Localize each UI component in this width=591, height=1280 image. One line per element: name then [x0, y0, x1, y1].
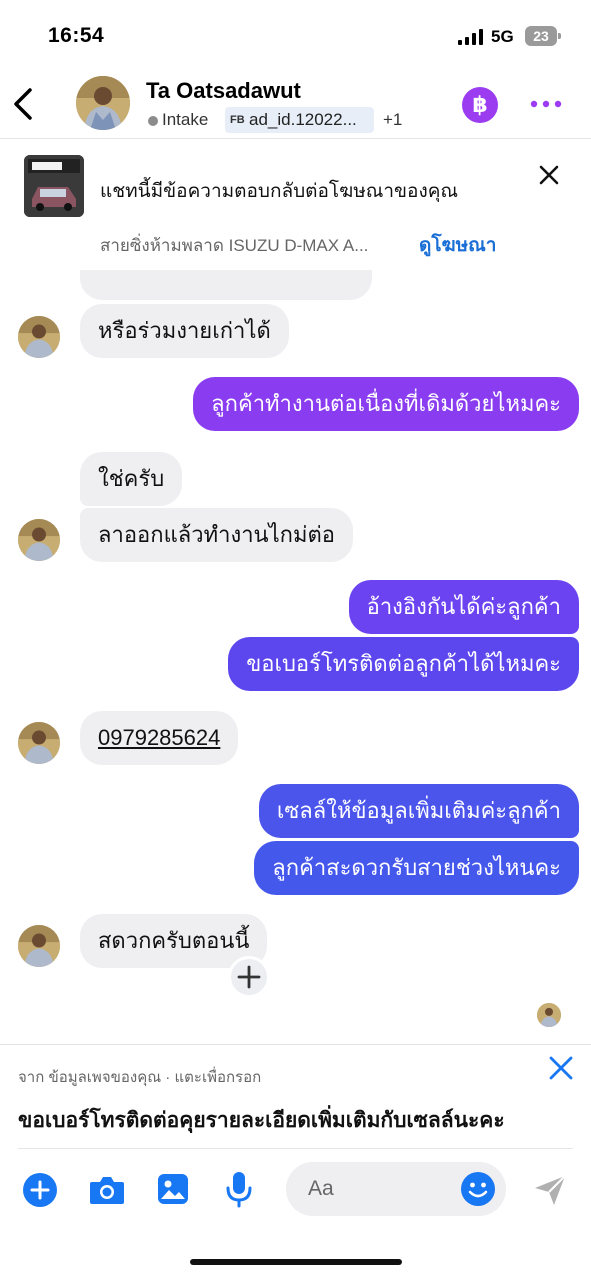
message-bubble-incoming[interactable]: หรือร่วมงายเก่าได้	[80, 304, 289, 358]
seen-indicator-avatar	[537, 1003, 561, 1027]
ad-title: สายซิ่งห้ามพลาด ISUZU D-MAX A...	[100, 236, 369, 255]
ad-reply-notice: แชทนี้มีข้อความตอบกลับต่อโฆษณาของคุณ	[100, 181, 459, 202]
gallery-icon[interactable]	[156, 1172, 190, 1206]
message-bubble-incoming[interactable]: ลาออกแล้วทำงานไกม่ต่อ	[80, 508, 353, 562]
header-divider	[0, 138, 591, 139]
add-reaction-button[interactable]	[228, 956, 270, 998]
plus-icon	[237, 965, 261, 989]
microphone-icon[interactable]	[224, 1170, 254, 1208]
suggested-reply[interactable]: ขอเบอร์โทรติดต่อคุยรายละเอียดเพิ่มเติมกั…	[18, 1104, 505, 1137]
network-label: 5G	[491, 27, 514, 46]
extra-labels-count[interactable]: +1	[383, 110, 402, 130]
status-label: Intake	[162, 110, 209, 129]
coin-symbol: ฿	[472, 92, 488, 117]
close-icon[interactable]	[536, 162, 562, 188]
message-input-placeholder: Aa	[308, 1177, 334, 1200]
contact-name[interactable]: Ta Oatsadawut	[146, 78, 301, 104]
status-dot-icon	[148, 116, 158, 126]
contact-avatar-small	[18, 925, 60, 967]
contact-avatar-small	[18, 519, 60, 561]
ad-thumbnail[interactable]	[24, 155, 84, 217]
message-bubble-outgoing[interactable]: ขอเบอร์โทรติดต่อลูกค้าได้ไหมคะ	[228, 637, 579, 691]
signal-icon	[458, 29, 483, 45]
payment-coin-icon[interactable]: ฿	[462, 87, 498, 123]
ad-id-label: ad_id.12022...	[249, 110, 357, 129]
message-bubble-outgoing[interactable]: อ้างอิงกันได้ค่ะลูกค้า	[348, 580, 579, 634]
message-bubble-outgoing[interactable]: เซลล์ให้ข้อมูลเพิ่มเติมค่ะลูกค้า	[258, 784, 579, 838]
camera-icon[interactable]	[88, 1174, 126, 1206]
send-icon[interactable]	[532, 1172, 568, 1208]
add-attachment-icon[interactable]	[22, 1172, 58, 1208]
message-list[interactable]: หรือร่วมงายเก่าได้ ลูกค้าทำงานต่อเนื่องท…	[0, 270, 591, 1042]
suggestion-source: จาก ข้อมูลเพจของคุณ · แตะเพื่อกรอก	[18, 1069, 262, 1086]
contact-avatar[interactable]	[76, 76, 130, 130]
phone-number-link[interactable]: 0979285624	[98, 725, 220, 750]
message-bubble-partial[interactable]	[80, 270, 372, 300]
back-arrow-icon[interactable]	[10, 84, 40, 124]
battery-icon: 23	[525, 26, 561, 46]
contact-avatar-small	[18, 722, 60, 764]
suggestion-underline	[18, 1148, 573, 1149]
battery-level: 23	[533, 28, 549, 44]
message-bubble-incoming[interactable]: 0979285624	[80, 711, 239, 765]
emoji-icon[interactable]	[460, 1171, 496, 1207]
close-suggestion-icon[interactable]	[547, 1054, 575, 1082]
view-ad-link[interactable]: ดูโฆษณา	[419, 230, 496, 260]
home-indicator	[190, 1259, 402, 1265]
message-bubble-incoming[interactable]: ใช่ครับ	[80, 452, 183, 506]
suggestion-divider	[0, 1044, 591, 1045]
car-ad-image	[24, 155, 84, 217]
message-bubble-outgoing[interactable]: ลูกค้าสะดวกรับสายช่วงไหนคะ	[254, 841, 579, 895]
avatar-person-icon	[76, 76, 130, 130]
ad-id-chip[interactable]: FB ad_id.12022...	[225, 107, 374, 133]
fb-icon: FB	[230, 114, 245, 126]
message-bubble-outgoing[interactable]: ลูกค้าทำงานต่อเนื่องที่เดิมด้วยไหมคะ	[193, 377, 579, 431]
more-options-icon[interactable]	[528, 86, 564, 122]
contact-avatar-small	[18, 316, 60, 358]
status-time: 16:54	[48, 24, 105, 47]
